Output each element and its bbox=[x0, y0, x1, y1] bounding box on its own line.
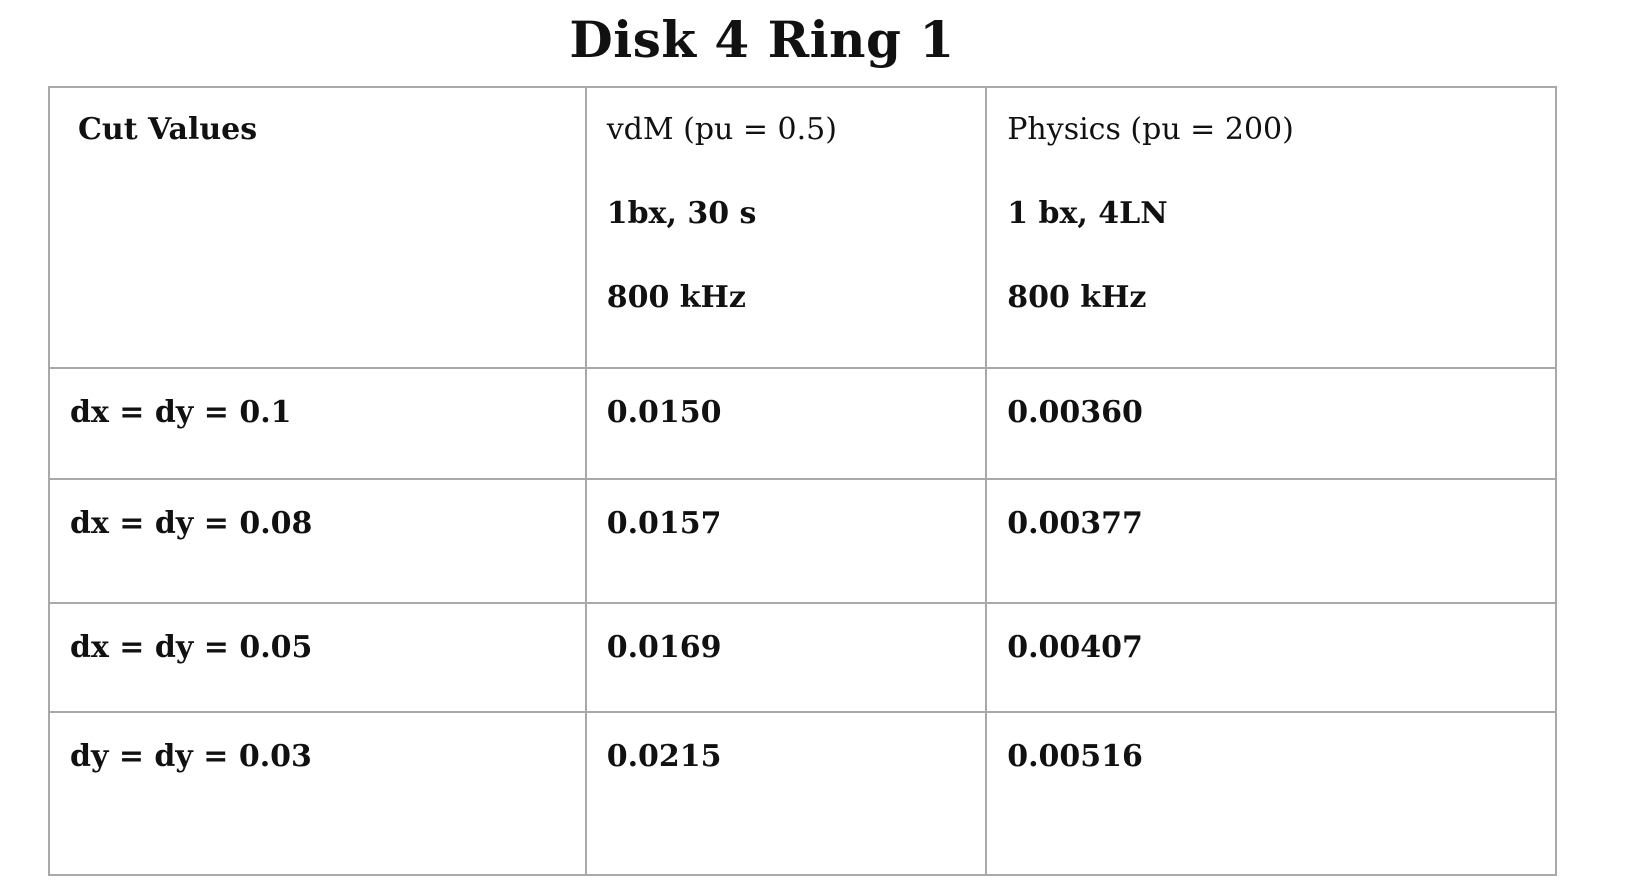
header-label: Cut Values bbox=[78, 112, 258, 147]
results-table: Cut Values vdM (pu = 0.5) 1bx, 30 s 800 … bbox=[48, 86, 1557, 877]
vdm-value-cell: 0.0150 bbox=[584, 366, 988, 480]
header-label: vdM (pu = 0.5) bbox=[606, 112, 837, 147]
header-cell-vdm: vdM (pu = 0.5) 1bx, 30 s 800 kHz bbox=[584, 86, 988, 369]
vdm-value-cell: 0.0157 bbox=[584, 477, 988, 605]
header-sublabel: 800 kHz bbox=[606, 280, 746, 315]
cut-value-cell: dx = dy = 0.1 bbox=[48, 366, 587, 480]
table-row: dx = dy = 0.05 0.0169 0.00407 bbox=[48, 602, 1557, 713]
header-label: Physics (pu = 200) bbox=[1007, 112, 1294, 147]
vdm-value-cell: 0.0215 bbox=[584, 710, 988, 877]
table-row: dy = dy = 0.03 0.0215 0.00516 bbox=[48, 710, 1557, 877]
table-row: dx = dy = 0.1 0.0150 0.00360 bbox=[48, 366, 1557, 480]
header-cell-physics: Physics (pu = 200) 1 bx, 4LN 800 kHz bbox=[985, 86, 1557, 369]
cut-value-cell: dx = dy = 0.08 bbox=[48, 477, 587, 605]
physics-value-cell: 0.00377 bbox=[985, 477, 1557, 605]
table-row: dx = dy = 0.08 0.0157 0.00377 bbox=[48, 477, 1557, 605]
page-title: Disk 4 Ring 1 bbox=[569, 10, 955, 69]
header-sublabel: 1bx, 30 s bbox=[606, 196, 757, 231]
table-header-row: Cut Values vdM (pu = 0.5) 1bx, 30 s 800 … bbox=[48, 86, 1557, 369]
cut-value-cell: dy = dy = 0.03 bbox=[48, 710, 587, 877]
physics-value-cell: 0.00407 bbox=[985, 602, 1557, 713]
physics-value-cell: 0.00516 bbox=[985, 710, 1557, 877]
header-sublabel: 1 bx, 4LN bbox=[1007, 196, 1168, 231]
header-cell-cut-values: Cut Values bbox=[48, 86, 587, 369]
vdm-value-cell: 0.0169 bbox=[584, 602, 988, 713]
physics-value-cell: 0.00360 bbox=[985, 366, 1557, 480]
cut-value-cell: dx = dy = 0.05 bbox=[48, 602, 587, 713]
header-sublabel: 800 kHz bbox=[1007, 280, 1147, 315]
